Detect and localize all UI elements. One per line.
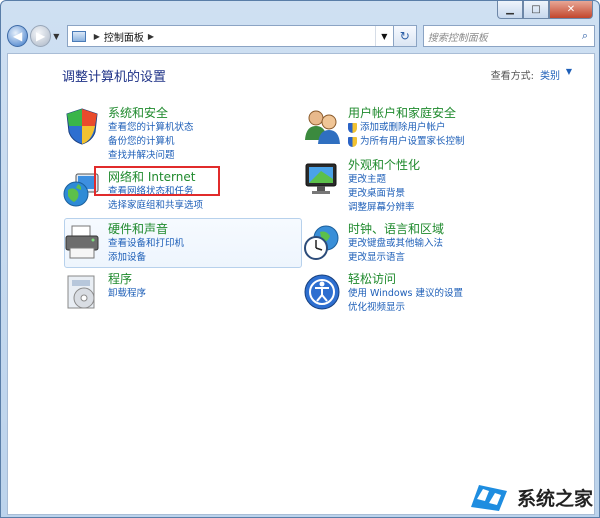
link-change-keyboard[interactable]: 更改键盘或其他输入法 (348, 237, 443, 251)
maximize-icon: □ (531, 4, 541, 15)
category-title[interactable]: 用户帐户和家庭安全 (348, 104, 456, 121)
printer-icon (65, 225, 99, 259)
clock-globe-icon (304, 225, 339, 260)
minimize-button[interactable]: ▁ (497, 1, 523, 19)
breadcrumb-separator-icon[interactable]: ▶ (94, 32, 100, 41)
control-panel-icon (71, 30, 86, 42)
link-homegroup-sharing[interactable]: 选择家庭组和共享选项 (108, 199, 203, 213)
category-title[interactable]: 硬件和声音 (108, 220, 168, 237)
refresh-icon: ↻ (399, 29, 410, 43)
link-backup-computer[interactable]: 备份您的计算机 (108, 135, 194, 149)
page-title: 调整计算机的设置 (62, 70, 167, 85)
category-title[interactable]: 外观和个性化 (348, 156, 420, 173)
refresh-button[interactable]: ↻ (393, 25, 417, 47)
search-placeholder: 搜索控制面板 (427, 32, 488, 44)
watermark-logo-icon (470, 485, 507, 511)
forward-button[interactable]: ▶ (30, 25, 52, 47)
link-change-display-language[interactable]: 更改显示语言 (348, 251, 443, 265)
minimize-icon: ▁ (506, 4, 514, 15)
breadcrumb-control-panel[interactable]: 控制面板 (104, 29, 144, 44)
watermark: 系统之家 (413, 477, 593, 517)
view-by-dropdown[interactable]: 类别 (540, 67, 560, 82)
search-input[interactable]: 搜索控制面板 ⌕ (422, 25, 595, 47)
content-area: 调整计算机的设置 查看方式: 类别 ▼ 系统和安全 查看您的计算机状态 备份您的… (7, 53, 595, 515)
recent-pages-dropdown[interactable]: ▼ (53, 32, 63, 41)
users-icon (305, 110, 340, 144)
link-view-computer-status[interactable]: 查看您的计算机状态 (108, 121, 194, 135)
close-icon: ✕ (566, 4, 576, 15)
back-button[interactable]: ◀ (7, 25, 29, 47)
category-title[interactable]: 轻松访问 (348, 270, 396, 287)
category-title[interactable]: 系统和安全 (108, 104, 168, 121)
window-controls: ▁ □ ✕ (497, 1, 593, 19)
category-title[interactable]: 程序 (108, 270, 132, 287)
breadcrumb-chevron-icon[interactable]: ▶ (148, 32, 154, 41)
search-icon[interactable]: ⌕ (576, 29, 594, 43)
uac-shield-icon (348, 123, 357, 133)
programs-disc-icon (67, 275, 95, 309)
link-change-desktop-background[interactable]: 更改桌面背景 (348, 187, 415, 201)
view-by-label: 查看方式: (490, 71, 534, 82)
address-bar[interactable]: ▶ 控制面板 ▶ ▼ (66, 25, 394, 47)
link-change-theme[interactable]: 更改主题 (348, 173, 415, 187)
forward-arrow-icon: ▶ (36, 29, 46, 43)
ease-of-access-icon (304, 274, 340, 310)
link-optimize-video-display[interactable]: 优化视频显示 (348, 301, 463, 315)
category-title[interactable]: 时钟、语言和区域 (348, 220, 444, 237)
window-frame: ▁ □ ✕ ◀ ▶ ▼ ▶ 控制面板 ▶ ▼ ↻ 搜索控制面板 ⌕ 调整计算机的… (0, 0, 600, 518)
link-add-device[interactable]: 添加设备 (108, 251, 184, 265)
link-uninstall-program[interactable]: 卸载程序 (108, 287, 146, 301)
close-button[interactable]: ✕ (549, 1, 593, 19)
uac-shield-icon (348, 137, 357, 147)
maximize-button[interactable]: □ (523, 1, 549, 19)
watermark-text: 系统之家 (516, 487, 593, 510)
chevron-down-icon[interactable]: ▼ (566, 67, 572, 76)
link-view-devices-printers[interactable]: 查看设备和打印机 (108, 237, 184, 251)
link-windows-suggested-settings[interactable]: 使用 Windows 建议的设置 (348, 287, 463, 301)
link-find-fix-problems[interactable]: 查找并解决问题 (108, 149, 194, 163)
address-dropdown-icon[interactable]: ▼ (374, 26, 393, 46)
back-arrow-icon: ◀ (12, 29, 23, 43)
navigation-toolbar: ◀ ▶ ▼ ▶ 控制面板 ▶ ▼ ↻ 搜索控制面板 ⌕ (7, 23, 595, 49)
monitor-icon (305, 163, 337, 194)
shield-icon (66, 108, 98, 145)
link-parental-controls[interactable]: 为所有用户设置家长控制 (348, 135, 465, 149)
link-adjust-resolution[interactable]: 调整屏幕分辨率 (348, 201, 415, 215)
link-add-remove-accounts[interactable]: 添加或删除用户帐户 (348, 121, 465, 135)
highlight-annotation-box (94, 166, 220, 196)
